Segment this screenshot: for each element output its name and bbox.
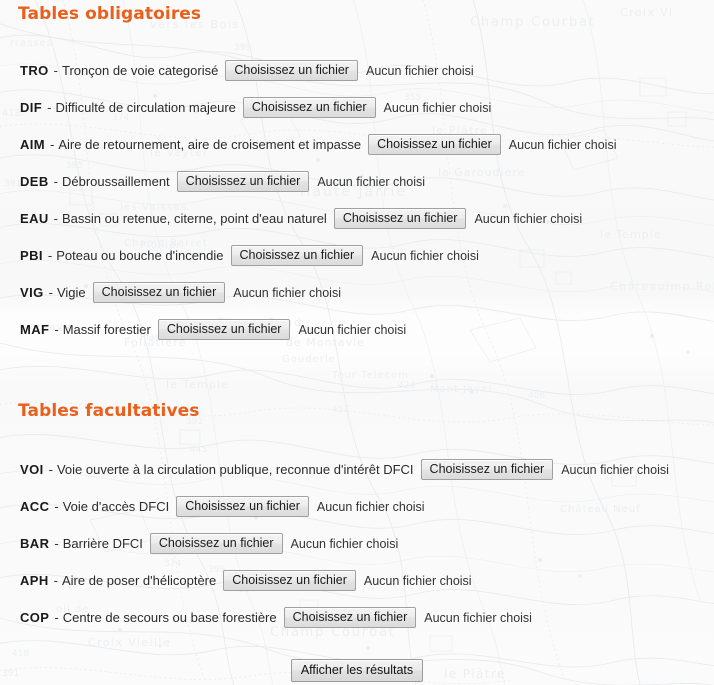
file-status-deb: Aucun fichier choisi <box>317 174 426 189</box>
file-input-deb[interactable]: Choisissez un fichier Aucun fichier choi… <box>176 171 426 192</box>
file-status-tro: Aucun fichier choisi <box>365 63 474 78</box>
file-row-acc: ACC - Voie d'accès DFCI Choisissez un fi… <box>20 496 425 517</box>
row-dash: - <box>54 609 59 625</box>
file-status-dif: Aucun fichier choisi <box>383 100 492 115</box>
file-input-acc[interactable]: Choisissez un fichier Aucun fichier choi… <box>176 496 425 517</box>
choose-file-button-dif[interactable]: Choisissez un fichier <box>242 97 376 118</box>
file-row-dif: DIF - Difficulté de circulation majeure … <box>20 97 491 118</box>
row-dash: - <box>54 321 59 337</box>
row-label-cop: Centre de secours ou base forestière <box>62 609 277 625</box>
choose-file-button-eau[interactable]: Choisissez un fichier <box>333 208 467 229</box>
file-row-pbi: PBI - Poteau ou bouche d'incendie Choisi… <box>20 245 479 266</box>
row-code-eau: EAU <box>20 210 49 226</box>
row-dash: - <box>53 572 58 588</box>
file-row-vig: VIG - Vigie Choisissez un fichier Aucun … <box>20 282 341 303</box>
row-label-voi: Voie ouverte à la circulation publique, … <box>56 461 414 477</box>
file-status-eau: Aucun fichier choisi <box>474 211 583 226</box>
file-input-aim[interactable]: Choisissez un fichier Aucun fichier choi… <box>368 134 616 155</box>
upload-form-page: Tables obligatoires TRO - Tronçon de voi… <box>0 0 714 685</box>
row-label-maf: Massif forestier <box>62 321 151 337</box>
row-dash: - <box>47 247 53 263</box>
file-status-vig: Aucun fichier choisi <box>233 285 341 300</box>
file-status-maf: Aucun fichier choisi <box>298 322 407 337</box>
row-code-deb: DEB <box>20 173 49 189</box>
file-row-deb: DEB - Débroussaillement Choisissez un fi… <box>20 171 425 192</box>
file-input-dif[interactable]: Choisissez un fichier Aucun fichier choi… <box>242 97 492 118</box>
row-code-maf: MAF <box>20 321 50 337</box>
choose-file-button-voi[interactable]: Choisissez un fichier <box>420 459 554 480</box>
row-dash: - <box>53 62 58 78</box>
file-input-vig[interactable]: Choisissez un fichier Aucun fichier choi… <box>92 282 341 303</box>
choose-file-button-aph[interactable]: Choisissez un fichier <box>223 570 356 591</box>
choose-file-button-cop[interactable]: Choisissez un fichier <box>283 607 417 628</box>
submit-row: Afficher les résultats <box>0 659 714 682</box>
choose-file-button-tro[interactable]: Choisissez un fichier <box>225 60 358 81</box>
file-row-aim: AIM - Aire de retournement, aire de croi… <box>20 134 616 155</box>
file-input-tro[interactable]: Choisissez un fichier Aucun fichier choi… <box>225 60 474 81</box>
file-row-bar: BAR - Barrière DFCI Choisissez un fichie… <box>20 533 398 554</box>
file-input-voi[interactable]: Choisissez un fichier Aucun fichier choi… <box>420 459 669 480</box>
row-dash: - <box>48 461 53 477</box>
file-status-aim: Aucun fichier choisi <box>508 137 617 152</box>
file-row-cop: COP - Centre de secours ou base forestiè… <box>20 607 532 628</box>
row-dash: - <box>50 136 55 152</box>
row-label-aim: Aire de retournement, aire de croisement… <box>58 136 362 152</box>
row-code-vig: VIG <box>20 284 44 300</box>
file-input-pbi[interactable]: Choisissez un fichier Aucun fichier choi… <box>230 245 479 266</box>
choose-file-button-pbi[interactable]: Choisissez un fichier <box>230 245 364 266</box>
row-label-tro: Tronçon de voie categorisé <box>62 62 219 78</box>
row-dash: - <box>54 498 59 514</box>
row-label-dif: Difficulté de circulation majeure <box>55 99 236 115</box>
row-label-deb: Débroussaillement <box>62 173 170 189</box>
heading-tables-obligatoires: Tables obligatoires <box>18 4 202 24</box>
row-dash: - <box>53 210 58 226</box>
file-status-pbi: Aucun fichier choisi <box>371 248 479 263</box>
choose-file-button-vig[interactable]: Choisissez un fichier <box>92 282 226 303</box>
show-results-button[interactable]: Afficher les résultats <box>290 659 424 682</box>
file-status-cop: Aucun fichier choisi <box>424 610 532 625</box>
row-label-vig: Vigie <box>56 284 86 300</box>
file-input-cop[interactable]: Choisissez un fichier Aucun fichier choi… <box>283 607 532 628</box>
row-label-pbi: Poteau ou bouche d'incendie <box>56 247 224 263</box>
row-label-aph: Aire de poser d'hélicoptère <box>62 572 217 588</box>
row-label-eau: Bassin ou retenue, citerne, point d'eau … <box>62 210 327 226</box>
file-status-acc: Aucun fichier choisi <box>316 499 425 514</box>
row-code-aim: AIM <box>20 136 46 152</box>
file-row-aph: APH - Aire de poser d'hélicoptère Choisi… <box>20 570 472 591</box>
choose-file-button-deb[interactable]: Choisissez un fichier <box>176 171 310 192</box>
row-code-bar: BAR <box>20 535 50 551</box>
choose-file-button-aim[interactable]: Choisissez un fichier <box>368 134 501 155</box>
file-row-maf: MAF - Massif forestier Choisissez un fic… <box>20 319 406 340</box>
row-code-voi: VOI <box>20 461 44 477</box>
file-input-bar[interactable]: Choisissez un fichier Aucun fichier choi… <box>149 533 399 554</box>
file-row-tro: TRO - Tronçon de voie categorisé Choisis… <box>20 60 474 81</box>
row-code-pbi: PBI <box>20 247 43 263</box>
choose-file-button-maf[interactable]: Choisissez un fichier <box>157 319 291 340</box>
row-dash: - <box>54 535 59 551</box>
file-status-voi: Aucun fichier choisi <box>561 462 669 477</box>
row-code-dif: DIF <box>20 99 43 115</box>
row-code-tro: TRO <box>20 62 49 78</box>
row-code-acc: ACC <box>20 498 50 514</box>
file-input-aph[interactable]: Choisissez un fichier Aucun fichier choi… <box>223 570 472 591</box>
file-status-aph: Aucun fichier choisi <box>363 573 472 588</box>
row-code-aph: APH <box>20 572 49 588</box>
file-input-eau[interactable]: Choisissez un fichier Aucun fichier choi… <box>333 208 583 229</box>
file-input-maf[interactable]: Choisissez un fichier Aucun fichier choi… <box>157 319 407 340</box>
choose-file-button-bar[interactable]: Choisissez un fichier <box>149 533 283 554</box>
heading-tables-facultatives: Tables facultatives <box>18 401 200 421</box>
row-label-bar: Barrière DFCI <box>62 535 143 551</box>
file-row-voi: VOI - Voie ouverte à la circulation publ… <box>20 459 669 480</box>
row-label-acc: Voie d'accès DFCI <box>62 498 170 514</box>
file-row-eau: EAU - Bassin ou retenue, citerne, point … <box>20 208 582 229</box>
file-status-bar: Aucun fichier choisi <box>290 536 399 551</box>
choose-file-button-acc[interactable]: Choisissez un fichier <box>176 496 309 517</box>
row-dash: - <box>47 99 52 115</box>
row-dash: - <box>53 173 58 189</box>
row-code-cop: COP <box>20 609 50 625</box>
row-dash: - <box>48 284 53 300</box>
